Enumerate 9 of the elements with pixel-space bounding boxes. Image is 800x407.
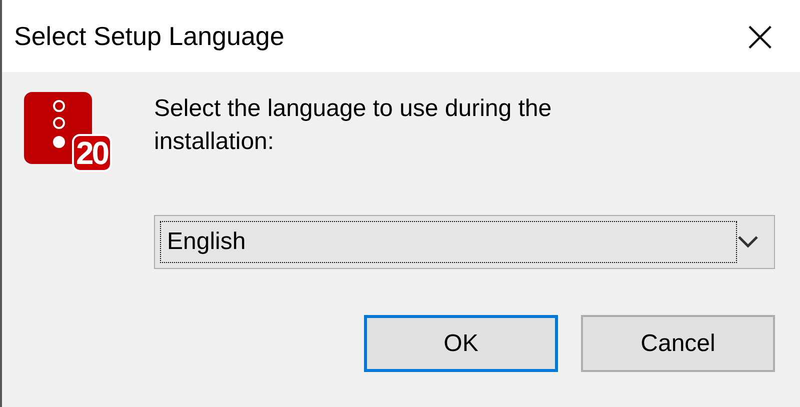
prompt-text: Select the language to use during the installation: [154,94,553,157]
window-title: Select Setup Language [14,20,284,52]
language-dropdown[interactable]: English [154,215,775,269]
selected-language: English [160,221,737,263]
ok-button[interactable]: OK [364,315,558,372]
close-button[interactable]: × [720,0,800,72]
cancel-button[interactable]: Cancel [581,315,775,372]
chevron-down-icon [737,235,759,249]
icon-badge: 20 [74,136,110,170]
